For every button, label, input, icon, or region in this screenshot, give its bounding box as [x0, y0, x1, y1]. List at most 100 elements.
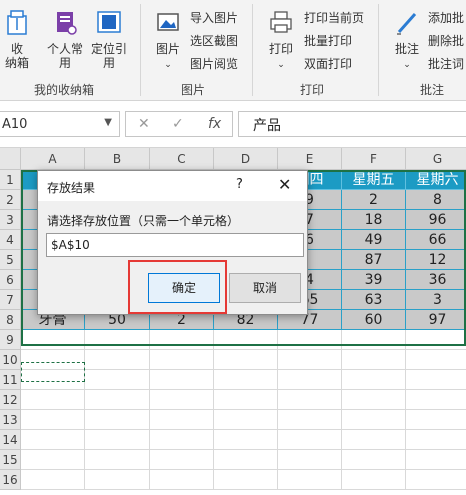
cell-c11[interactable]: [150, 370, 214, 390]
image-button[interactable]: 图片 ⌄: [150, 8, 186, 74]
cell-f7[interactable]: 63: [342, 290, 406, 310]
cell-b15[interactable]: [85, 450, 150, 470]
cell-e16[interactable]: [278, 470, 342, 490]
formula-input[interactable]: 产品: [238, 111, 466, 137]
cell-a12[interactable]: [21, 390, 85, 410]
row-header-11[interactable]: 11: [0, 370, 21, 390]
cell-b14[interactable]: [85, 430, 150, 450]
annotate-button[interactable]: 批注 ⌄: [390, 8, 424, 74]
row-header-4[interactable]: 4: [0, 230, 21, 250]
cell-f2[interactable]: 2: [342, 190, 406, 210]
cell-a16[interactable]: [21, 470, 85, 490]
cell-d9[interactable]: [214, 330, 278, 350]
cell-g1[interactable]: 星期六: [406, 170, 466, 190]
cell-e9[interactable]: [278, 330, 342, 350]
cancel-icon[interactable]: ✕: [138, 116, 150, 132]
ok-button[interactable]: 确定: [148, 273, 220, 303]
cell-g7[interactable]: 3: [406, 290, 466, 310]
cell-f5[interactable]: 87: [342, 250, 406, 270]
column-header-b[interactable]: B: [85, 148, 150, 170]
row-header-6[interactable]: 6: [0, 270, 21, 290]
cell-c14[interactable]: [150, 430, 214, 450]
cell-b13[interactable]: [85, 410, 150, 430]
cell-g8[interactable]: 97: [406, 310, 466, 330]
cell-b11[interactable]: [85, 370, 150, 390]
column-header-c[interactable]: C: [150, 148, 214, 170]
cell-f9[interactable]: [342, 330, 406, 350]
cell-d12[interactable]: [214, 390, 278, 410]
cell-g16[interactable]: [406, 470, 466, 490]
batch-print-button[interactable]: 批量打印: [304, 33, 352, 49]
row-header-8[interactable]: 8: [0, 310, 21, 330]
cell-e10[interactable]: [278, 350, 342, 370]
select-all-corner[interactable]: [0, 148, 21, 170]
personal-common-button[interactable]: 个人常 用: [44, 8, 86, 74]
row-header-5[interactable]: 5: [0, 250, 21, 270]
column-header-a[interactable]: A: [21, 148, 85, 170]
column-header-e[interactable]: E: [278, 148, 342, 170]
cell-d11[interactable]: [214, 370, 278, 390]
cell-f1[interactable]: 星期五: [342, 170, 406, 190]
cell-b16[interactable]: [85, 470, 150, 490]
cell-f15[interactable]: [342, 450, 406, 470]
add-annotation-button[interactable]: 添加批: [428, 10, 464, 26]
print-button[interactable]: 打印 ⌄: [264, 8, 298, 74]
chevron-down-icon[interactable]: ▼: [104, 117, 112, 128]
cell-f8[interactable]: 60: [342, 310, 406, 330]
cell-e15[interactable]: [278, 450, 342, 470]
cell-e13[interactable]: [278, 410, 342, 430]
column-header-f[interactable]: F: [342, 148, 406, 170]
column-header-d[interactable]: D: [214, 148, 278, 170]
cell-c12[interactable]: [150, 390, 214, 410]
cell-d16[interactable]: [214, 470, 278, 490]
cell-f6[interactable]: 39: [342, 270, 406, 290]
image-browse-button[interactable]: 图片阅览: [190, 56, 238, 72]
row-header-7[interactable]: 7: [0, 290, 21, 310]
cell-f14[interactable]: [342, 430, 406, 450]
row-header-16[interactable]: 16: [0, 470, 21, 490]
cell-g14[interactable]: [406, 430, 466, 450]
cell-c10[interactable]: [150, 350, 214, 370]
cell-f4[interactable]: 49: [342, 230, 406, 250]
function-icon[interactable]: fx: [208, 116, 221, 132]
cell-g12[interactable]: [406, 390, 466, 410]
cell-g5[interactable]: 12: [406, 250, 466, 270]
row-header-10[interactable]: 10: [0, 350, 21, 370]
cell-g6[interactable]: 36: [406, 270, 466, 290]
row-header-12[interactable]: 12: [0, 390, 21, 410]
cell-a9[interactable]: [21, 330, 85, 350]
cell-e12[interactable]: [278, 390, 342, 410]
cell-c15[interactable]: [150, 450, 214, 470]
cell-c13[interactable]: [150, 410, 214, 430]
area-screenshot-button[interactable]: 选区截图: [190, 33, 238, 49]
print-current-page-button[interactable]: 打印当前页: [304, 10, 364, 26]
cell-f10[interactable]: [342, 350, 406, 370]
cell-e11[interactable]: [278, 370, 342, 390]
cell-a13[interactable]: [21, 410, 85, 430]
close-icon[interactable]: ✕: [278, 175, 291, 194]
cell-f11[interactable]: [342, 370, 406, 390]
row-header-2[interactable]: 2: [0, 190, 21, 210]
confirm-icon[interactable]: ✓: [172, 116, 184, 132]
cell-g10[interactable]: [406, 350, 466, 370]
import-image-button[interactable]: 导入图片: [190, 10, 238, 26]
cell-f16[interactable]: [342, 470, 406, 490]
cell-g4[interactable]: 66: [406, 230, 466, 250]
batch-annotation-button[interactable]: 批注词: [428, 56, 464, 72]
name-box[interactable]: A10 ▼: [0, 111, 120, 137]
cell-g3[interactable]: 96: [406, 210, 466, 230]
cell-g13[interactable]: [406, 410, 466, 430]
cell-d10[interactable]: [214, 350, 278, 370]
cell-e14[interactable]: [278, 430, 342, 450]
cell-g11[interactable]: [406, 370, 466, 390]
row-header-1[interactable]: 1: [0, 170, 21, 190]
cell-a14[interactable]: [21, 430, 85, 450]
delete-annotation-button[interactable]: 删除批: [428, 33, 464, 49]
cell-d15[interactable]: [214, 450, 278, 470]
cell-d13[interactable]: [214, 410, 278, 430]
cell-f13[interactable]: [342, 410, 406, 430]
duplex-print-button[interactable]: 双面打印: [304, 56, 352, 72]
help-icon[interactable]: ?: [236, 177, 243, 192]
row-header-15[interactable]: 15: [0, 450, 21, 470]
cell-c16[interactable]: [150, 470, 214, 490]
